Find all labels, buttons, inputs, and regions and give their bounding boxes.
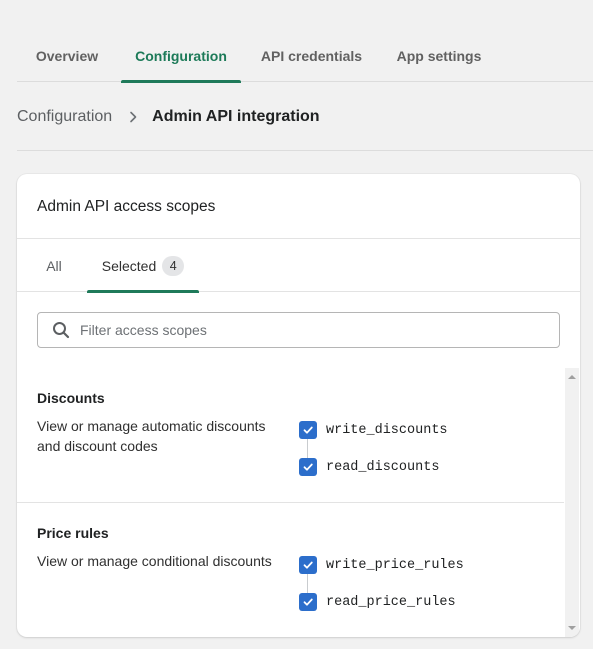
checkmark-icon <box>303 561 313 569</box>
search-icon <box>52 321 70 339</box>
scope-connector-line <box>307 574 308 594</box>
card-title: Admin API access scopes <box>37 198 216 215</box>
chevron-right-icon <box>126 110 140 124</box>
tab-selected-label: Selected <box>101 257 157 274</box>
tab-app-settings-label: App settings <box>396 48 482 64</box>
tab-overview-label: Overview <box>35 48 99 64</box>
scope-name: read_discounts <box>326 459 440 475</box>
breadcrumb: Configuration Admin API integration <box>17 104 320 130</box>
section-description: View or manage conditional discounts <box>37 553 272 569</box>
scope-name: write_price_rules <box>326 557 464 573</box>
scrollbar[interactable] <box>565 368 579 637</box>
page-title: Admin API integration <box>152 108 320 125</box>
scope-section-price-rules: Price rules View or manage conditional d… <box>17 503 564 637</box>
section-description: View or manage automatic discounts and d… <box>37 418 266 454</box>
scope-filter-tabs: All Selected 4 <box>17 239 580 293</box>
top-tab-bar: Overview Configuration API credentials A… <box>17 30 593 83</box>
filter-access-scopes-input[interactable] <box>80 322 520 338</box>
arrow-up-icon[interactable] <box>565 370 579 384</box>
tab-overview[interactable]: Overview <box>17 30 117 82</box>
scope-write-price-rules[interactable]: write_price_rules <box>299 556 464 574</box>
tab-configuration[interactable]: Configuration <box>121 30 241 83</box>
section-title: Price rules <box>37 525 109 541</box>
breadcrumb-divider <box>17 150 593 151</box>
checkbox-checked[interactable] <box>299 556 317 574</box>
scope-read-discounts[interactable]: read_discounts <box>299 458 439 476</box>
tab-api-credentials[interactable]: API credentials <box>247 30 376 82</box>
tab-api-credentials-label: API credentials <box>260 48 363 64</box>
tab-app-settings[interactable]: App settings <box>381 30 497 82</box>
active-tab-indicator <box>121 80 241 83</box>
scope-name: write_discounts <box>326 422 448 438</box>
checkmark-icon <box>303 426 313 434</box>
tab-all-label: All <box>46 257 62 274</box>
active-tab-indicator <box>87 290 199 293</box>
selected-count-badge: 4 <box>162 255 185 276</box>
tab-all[interactable]: All <box>33 239 75 292</box>
access-scopes-card: Admin API access scopes All Selected 4 D… <box>17 174 580 637</box>
checkbox-checked[interactable] <box>299 458 317 476</box>
scope-read-price-rules[interactable]: read_price_rules <box>299 593 456 611</box>
scope-connector-line <box>307 439 308 459</box>
checkbox-checked[interactable] <box>299 421 317 439</box>
arrow-down-icon[interactable] <box>565 621 579 635</box>
checkbox-checked[interactable] <box>299 593 317 611</box>
breadcrumb-parent-link[interactable]: Configuration <box>17 108 112 126</box>
scope-write-discounts[interactable]: write_discounts <box>299 421 448 439</box>
scope-section-discounts: Discounts View or manage automatic disco… <box>17 368 564 502</box>
scope-list: Discounts View or manage automatic disco… <box>17 368 580 637</box>
filter-search-box[interactable] <box>37 312 560 348</box>
scope-name: read_price_rules <box>326 594 456 610</box>
tab-selected[interactable]: Selected 4 <box>87 239 199 293</box>
checkmark-icon <box>303 598 313 606</box>
tab-configuration-label: Configuration <box>135 48 227 64</box>
checkmark-icon <box>303 463 313 471</box>
section-title: Discounts <box>37 390 105 406</box>
